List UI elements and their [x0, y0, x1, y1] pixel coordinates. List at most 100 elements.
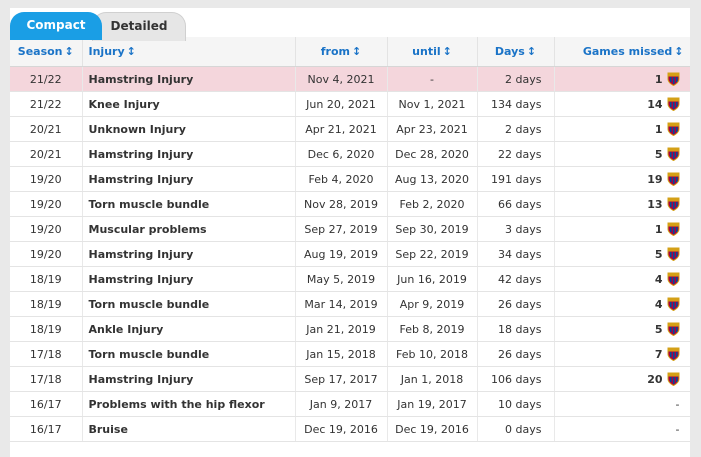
until-date-cell: Jan 19, 2017 [387, 391, 478, 417]
season-cell: 19/20 [10, 241, 83, 267]
table-row: 20/21 Hamstring Injury Dec 6, 2020 Dec 28, … [10, 141, 690, 167]
days-cell: 66 days [477, 191, 555, 217]
season-cell: 21/22 [10, 91, 83, 117]
club-crest-icon[interactable] [667, 72, 680, 87]
club-crest-icon[interactable] [667, 322, 680, 337]
injury-cell: Torn muscle bundle [82, 341, 296, 367]
from-date-cell: Mar 14, 2019 [295, 291, 388, 317]
season-cell: 19/20 [10, 216, 83, 242]
games-missed-value: 4 [654, 273, 663, 286]
table-row: 17/18 Hamstring Injury Sep 17, 2017 Jan 1, … [10, 366, 690, 392]
games-missed-cell: 7 [554, 341, 690, 367]
until-header-label: until [412, 45, 441, 58]
club-crest-icon[interactable] [667, 347, 680, 362]
club-crest-icon[interactable] [667, 197, 680, 212]
table-row: 19/20 Muscular problems Sep 27, 2019 Sep 30… [10, 216, 690, 242]
sort-icon: ↕ [126, 45, 136, 58]
table-row: 18/19 Ankle Injury Jan 21, 2019 Feb 8, 2019… [10, 316, 690, 342]
season-cell: 16/17 [10, 391, 83, 417]
club-crest-icon[interactable] [667, 97, 680, 112]
until-date-cell: Aug 13, 2020 [387, 166, 478, 192]
club-crest-icon[interactable] [667, 272, 680, 287]
days-cell: 2 days [477, 66, 555, 92]
table-row: 18/19 Torn muscle bundle Mar 14, 2019 Apr 9… [10, 291, 690, 317]
until-date-cell: Jan 1, 2018 [387, 366, 478, 392]
from-date-cell: Jan 15, 2018 [295, 341, 388, 367]
club-crest-icon[interactable] [667, 297, 680, 312]
from-date-cell: Nov 4, 2021 [295, 66, 388, 92]
days-cell: 191 days [477, 166, 555, 192]
tab-detailed[interactable]: Detailed [92, 12, 186, 41]
days-cell: 106 days [477, 366, 555, 392]
column-header-games-missed[interactable]: Games missed ↕ [554, 37, 690, 67]
club-crest-icon[interactable] [667, 247, 680, 262]
injury-cell: Unknown Injury [82, 116, 296, 142]
injury-cell: Hamstring Injury [82, 241, 296, 267]
until-date-cell: Sep 22, 2019 [387, 241, 478, 267]
injury-cell: Problems with the hip flexor [82, 391, 296, 417]
days-cell: 0 days [477, 416, 555, 442]
games-missed-value: 13 [647, 198, 663, 211]
games-missed-cell: 1 [554, 216, 690, 242]
games-missed-value: 1 [654, 123, 663, 136]
until-date-cell: Dec 19, 2016 [387, 416, 478, 442]
column-header-injury[interactable]: Injury ↕ [82, 37, 296, 67]
table-row: 19/20 Hamstring Injury Feb 4, 2020 Aug 13, … [10, 166, 690, 192]
club-crest-icon[interactable] [667, 222, 680, 237]
season-cell: 17/18 [10, 366, 83, 392]
until-date-cell: Feb 8, 2019 [387, 316, 478, 342]
table-row: 21/22 Knee Injury Jun 20, 2021 Nov 1, 2021 1… [10, 91, 690, 117]
days-cell: 2 days [477, 116, 555, 142]
from-date-cell: May 5, 2019 [295, 266, 388, 292]
from-date-cell: Jun 20, 2021 [295, 91, 388, 117]
season-cell: 18/19 [10, 291, 83, 317]
table-row: 16/17 Problems with the hip flexor Jan 9, … [10, 391, 690, 417]
until-date-cell: Jun 16, 2019 [387, 266, 478, 292]
club-crest-icon[interactable] [667, 122, 680, 137]
games-missed-cell: 4 [554, 291, 690, 317]
season-cell: 16/17 [10, 416, 83, 442]
games-missed-value: 7 [654, 348, 663, 361]
injury-cell: Torn muscle bundle [82, 291, 296, 317]
tab-compact[interactable]: Compact [10, 12, 102, 40]
injury-cell: Torn muscle bundle [82, 191, 296, 217]
games-missed-value: 20 [647, 373, 663, 386]
games-missed-value: 4 [654, 298, 663, 311]
season-cell: 20/21 [10, 141, 83, 167]
injury-cell: Hamstring Injury [82, 66, 296, 92]
days-cell: 42 days [477, 266, 555, 292]
games-missed-value: - [675, 422, 680, 436]
column-header-until[interactable]: until ↕ [387, 37, 478, 67]
injury-header-label: Injury [88, 45, 125, 58]
column-header-season[interactable]: Season ↕ [10, 37, 83, 67]
games-missed-cell: 19 [554, 166, 690, 192]
games-missed-cell: - [554, 391, 690, 417]
until-date-cell: Feb 10, 2018 [387, 341, 478, 367]
until-date-cell: Apr 23, 2021 [387, 116, 478, 142]
column-header-days[interactable]: Days ↕ [477, 37, 555, 67]
injury-cell: Hamstring Injury [82, 166, 296, 192]
games-missed-value: 5 [654, 248, 663, 261]
club-crest-icon[interactable] [667, 147, 680, 162]
club-crest-icon[interactable] [667, 372, 680, 387]
games-missed-cell: 5 [554, 316, 690, 342]
games-missed-cell: 13 [554, 191, 690, 217]
column-header-from[interactable]: from ↕ [295, 37, 388, 67]
season-cell: 20/21 [10, 116, 83, 142]
table-row: 20/21 Unknown Injury Apr 21, 2021 Apr 23, 2… [10, 116, 690, 142]
games-missed-value: 5 [654, 323, 663, 336]
games-missed-cell: - [554, 416, 690, 442]
games-missed-value: 19 [647, 173, 663, 186]
games-missed-value: 1 [654, 223, 663, 236]
club-crest-icon[interactable] [667, 172, 680, 187]
games-missed-value: 5 [654, 148, 663, 161]
injury-table-body: 21/22 Hamstring Injury Nov 4, 2021-2 days 1… [10, 66, 690, 442]
days-cell: 22 days [477, 141, 555, 167]
from-date-cell: Aug 19, 2019 [295, 241, 388, 267]
injury-history-panel: Compact Detailed Season ↕ Injury ↕ from ↕ u… [10, 8, 690, 457]
games-missed-value: 1 [654, 73, 663, 86]
from-date-cell: Jan 21, 2019 [295, 316, 388, 342]
from-date-cell: Sep 27, 2019 [295, 216, 388, 242]
games-missed-value: - [675, 397, 680, 411]
games-missed-value: 14 [647, 98, 663, 111]
